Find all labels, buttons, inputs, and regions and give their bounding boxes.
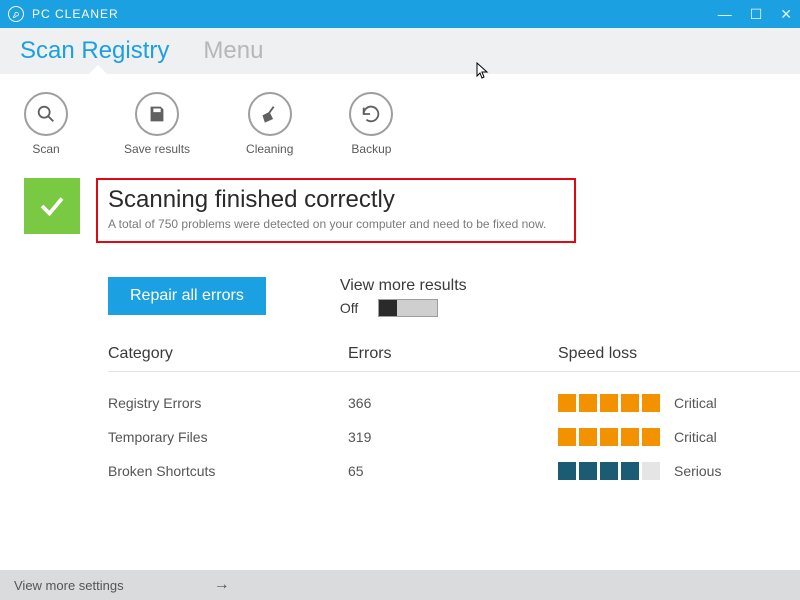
- col-speed: Speed loss: [558, 345, 800, 363]
- maximize-button[interactable]: ☐: [750, 6, 763, 23]
- speed-blocks: [558, 428, 660, 446]
- cell-errors: 319: [348, 429, 558, 445]
- col-errors: Errors: [348, 345, 558, 363]
- table-row: Temporary Files319 Critical: [108, 420, 800, 454]
- status-headline: Scanning finished correctly: [108, 186, 546, 214]
- tab-scan-registry[interactable]: Scan Registry: [20, 37, 169, 65]
- cell-speed: Critical: [558, 428, 800, 446]
- cell-category: Temporary Files: [108, 429, 348, 445]
- toggle-state-label: Off: [340, 300, 358, 316]
- footer-bar[interactable]: View more settings →: [0, 570, 800, 600]
- save-label: Save results: [124, 142, 190, 156]
- more-settings-label: View more settings: [14, 578, 124, 593]
- cell-category: Registry Errors: [108, 395, 348, 411]
- backup-button[interactable]: Backup: [349, 92, 393, 156]
- check-icon: [37, 191, 67, 221]
- tab-menu[interactable]: Menu: [203, 37, 263, 65]
- cell-speed: Critical: [558, 394, 800, 412]
- app-icon: [8, 6, 24, 22]
- save-results-button[interactable]: Save results: [124, 92, 190, 156]
- nav-tabs: Scan Registry Menu: [0, 28, 800, 74]
- minimize-button[interactable]: —: [718, 6, 732, 23]
- status-detail: A total of 750 problems were detected on…: [108, 217, 546, 231]
- view-more-label: View more results: [340, 277, 467, 295]
- controls-row: Repair all errors View more results Off: [108, 277, 800, 317]
- repair-all-button[interactable]: Repair all errors: [108, 277, 266, 315]
- speed-blocks: [558, 462, 660, 480]
- magnifier-icon: [24, 92, 68, 136]
- view-more-toggle[interactable]: [378, 299, 438, 317]
- restore-icon: [349, 92, 393, 136]
- cell-errors: 366: [348, 395, 558, 411]
- severity-label: Critical: [674, 429, 717, 445]
- table-row: Broken Shortcuts65 Serious: [108, 454, 800, 488]
- backup-label: Backup: [351, 142, 391, 156]
- cell-speed: Serious: [558, 462, 800, 480]
- severity-label: Serious: [674, 463, 721, 479]
- col-category: Category: [108, 345, 348, 363]
- scan-button[interactable]: Scan: [24, 92, 68, 156]
- toolbar: Scan Save results Cleaning Backup: [0, 74, 800, 178]
- status-row: Scanning finished correctly A total of 7…: [0, 178, 800, 243]
- titlebar: PC CLEANER — ☐ ✕: [0, 0, 800, 28]
- window-controls: — ☐ ✕: [718, 6, 792, 23]
- broom-icon: [248, 92, 292, 136]
- severity-label: Critical: [674, 395, 717, 411]
- success-badge: [24, 178, 80, 234]
- save-icon: [135, 92, 179, 136]
- cell-category: Broken Shortcuts: [108, 463, 348, 479]
- active-tab-indicator: [88, 65, 108, 75]
- status-message: Scanning finished correctly A total of 7…: [96, 178, 576, 243]
- table-header: Category Errors Speed loss: [108, 345, 800, 372]
- arrow-right-icon: →: [214, 576, 230, 594]
- scan-label: Scan: [32, 142, 59, 156]
- close-button[interactable]: ✕: [780, 6, 792, 23]
- speed-blocks: [558, 394, 660, 412]
- cleaning-button[interactable]: Cleaning: [246, 92, 293, 156]
- cleaning-label: Cleaning: [246, 142, 293, 156]
- app-title: PC CLEANER: [32, 7, 718, 21]
- cell-errors: 65: [348, 463, 558, 479]
- table-row: Registry Errors366 Critical: [108, 386, 800, 420]
- results-table: Category Errors Speed loss Registry Erro…: [108, 345, 800, 488]
